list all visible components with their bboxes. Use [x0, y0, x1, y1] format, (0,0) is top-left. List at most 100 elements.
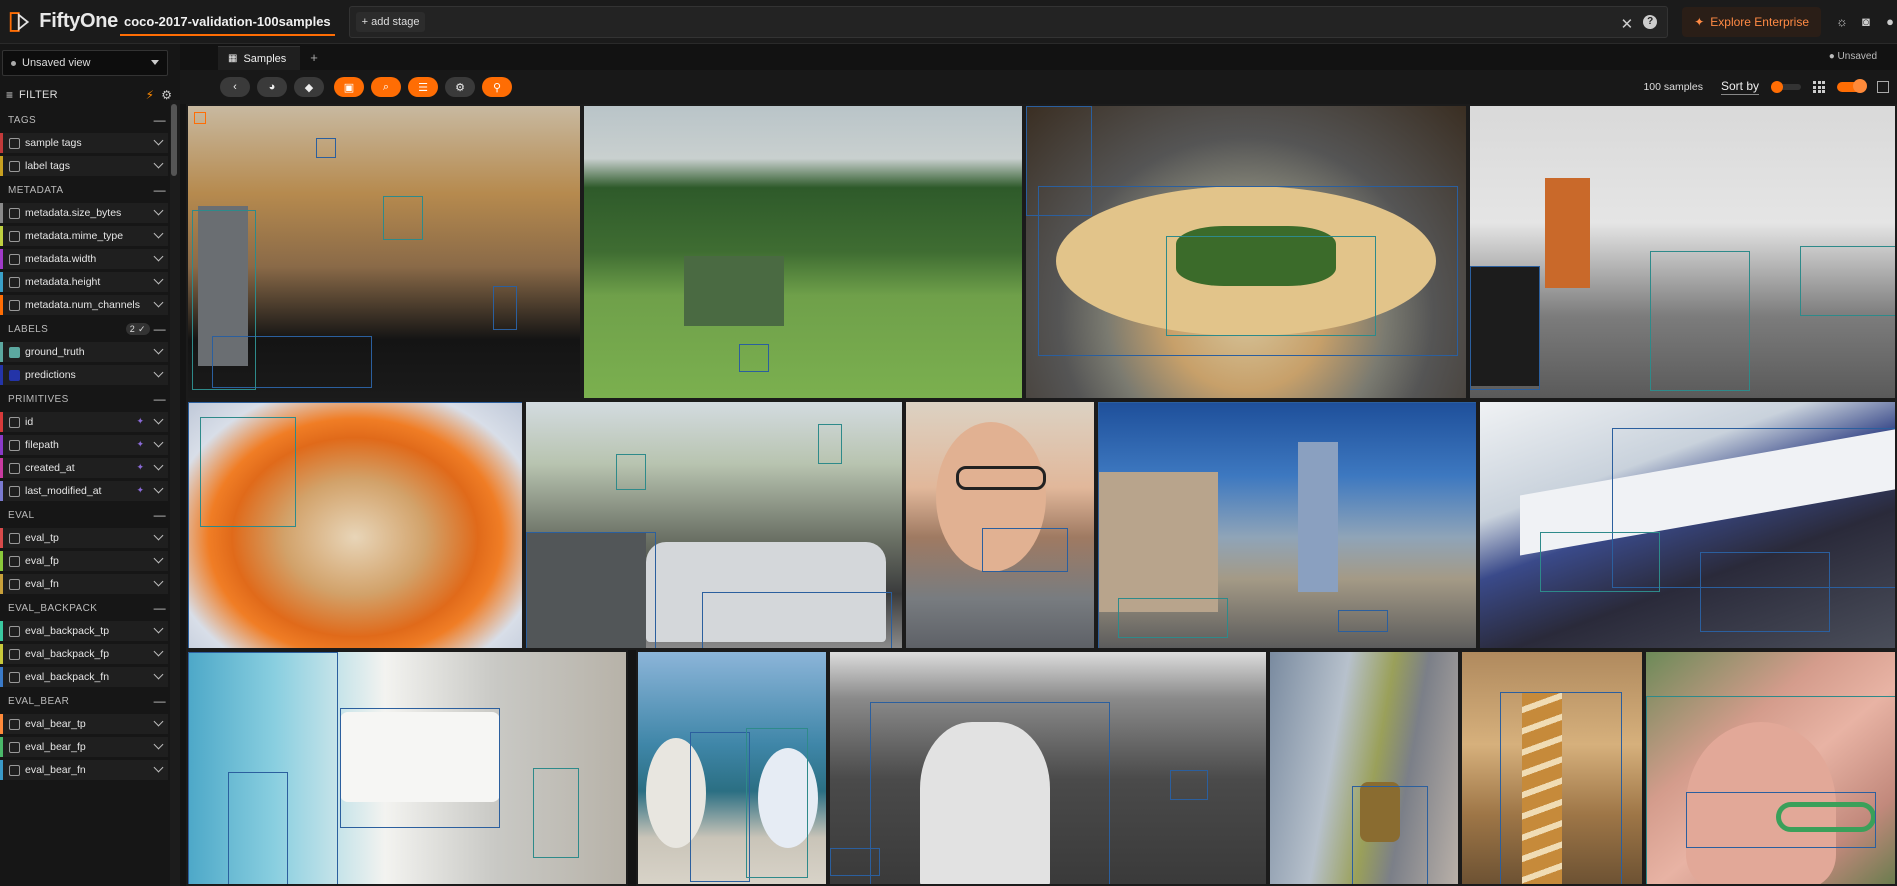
expand-icon[interactable]: [1877, 81, 1889, 93]
chevron-down-icon[interactable]: [153, 274, 164, 285]
media-toggle[interactable]: [1837, 79, 1867, 93]
chevron-down-icon[interactable]: [153, 576, 164, 587]
github-icon[interactable]: ●: [1883, 14, 1897, 29]
field-checkbox[interactable]: [9, 346, 20, 358]
sidebar-field-sample-tags[interactable]: sample tags: [0, 133, 168, 153]
field-checkbox[interactable]: [9, 416, 20, 428]
collapse-icon[interactable]: —: [154, 183, 166, 197]
media-toggle-knob[interactable]: [1853, 79, 1867, 93]
chevron-down-icon[interactable]: [153, 228, 164, 239]
sample-tile[interactable]: [1468, 104, 1897, 400]
sample-select-checkbox[interactable]: [194, 112, 206, 124]
sidebar-field-eval-bear-fn[interactable]: eval_bear_fn: [0, 760, 168, 780]
sidebar-section-labels[interactable]: LABELS 2 ✓ —: [0, 318, 180, 340]
field-checkbox[interactable]: [9, 625, 20, 637]
collapse-icon[interactable]: —: [154, 694, 166, 708]
grid-layout-icon[interactable]: [1813, 81, 1825, 93]
chevron-down-icon[interactable]: [153, 623, 164, 634]
chevron-down-icon[interactable]: [153, 414, 164, 425]
chevron-down-icon[interactable]: [153, 251, 164, 262]
chevron-down-icon[interactable]: [153, 553, 164, 564]
collapse-icon[interactable]: —: [154, 508, 166, 522]
field-checkbox[interactable]: [9, 230, 20, 242]
sample-tile[interactable]: [186, 104, 582, 400]
sample-tile[interactable]: [1096, 400, 1478, 650]
sidebar-field-label-tags[interactable]: label tags: [0, 156, 168, 176]
sidebar-field-metadata-height[interactable]: metadata.height: [0, 272, 168, 292]
chevron-down-icon[interactable]: [153, 483, 164, 494]
chevron-down-icon[interactable]: [153, 762, 164, 773]
sidebar-section-tags[interactable]: TAGS —: [0, 109, 180, 131]
field-checkbox[interactable]: [9, 299, 20, 311]
sidebar-field-metadata-size-bytes[interactable]: metadata.size_bytes: [0, 203, 168, 223]
chevron-down-icon[interactable]: [153, 297, 164, 308]
sidebar-field-eval-tp[interactable]: eval_tp: [0, 528, 168, 548]
field-checkbox[interactable]: [9, 718, 20, 730]
field-checkbox[interactable]: [9, 462, 20, 474]
sidebar-section-primitives[interactable]: PRIMITIVES —: [0, 388, 180, 410]
sidebar-field-created-at[interactable]: created_at ✦: [0, 458, 168, 478]
chevron-down-icon[interactable]: [153, 158, 164, 169]
discord-icon[interactable]: ◙: [1859, 14, 1873, 29]
explore-enterprise-button[interactable]: ✦ Explore Enterprise: [1682, 6, 1821, 37]
dataset-selector[interactable]: coco-2017-validation-100samples: [120, 8, 335, 36]
field-checkbox[interactable]: [9, 648, 20, 660]
field-checkbox[interactable]: [9, 671, 20, 683]
sidebar-field-predictions[interactable]: predictions: [0, 365, 168, 385]
sidebar-field-metadata-width[interactable]: metadata.width: [0, 249, 168, 269]
sample-tile[interactable]: [1644, 650, 1897, 886]
sidebar-section-eval[interactable]: EVAL —: [0, 504, 180, 526]
collapse-icon[interactable]: —: [154, 113, 166, 127]
settings-button[interactable]: ⚙: [445, 77, 475, 97]
sort-by-button[interactable]: Sort by: [1720, 79, 1759, 95]
clear-view-icon[interactable]: ✕: [1621, 15, 1634, 33]
color-palette-button[interactable]: ◕: [257, 77, 287, 97]
sample-tile[interactable]: [828, 650, 1268, 886]
sample-tile[interactable]: [636, 650, 828, 886]
group-list-button[interactable]: ☰: [408, 77, 438, 97]
sidebar-field-eval-fn[interactable]: eval_fn: [0, 574, 168, 594]
tag-button[interactable]: ◆: [294, 77, 324, 97]
help-icon[interactable]: ?: [1643, 14, 1658, 29]
saved-view-selector[interactable]: Unsaved view: [2, 50, 168, 76]
field-checkbox[interactable]: [9, 369, 20, 381]
lightning-icon[interactable]: ⚡: [146, 88, 154, 102]
chevron-down-icon[interactable]: [153, 344, 164, 355]
view-bar[interactable]: + add stage ✕ ?: [348, 5, 1669, 38]
sidebar-field-ground-truth[interactable]: ground_truth: [0, 342, 168, 362]
field-checkbox[interactable]: [9, 485, 20, 497]
field-checkbox[interactable]: [9, 555, 20, 567]
field-checkbox[interactable]: [9, 532, 20, 544]
field-checkbox[interactable]: [9, 764, 20, 776]
zoom-slider-knob[interactable]: [1771, 81, 1783, 93]
sample-tile[interactable]: [1024, 104, 1468, 400]
sidebar-field-metadata-mime-type[interactable]: metadata.mime_type: [0, 226, 168, 246]
sample-tile[interactable]: [1268, 650, 1460, 886]
sample-tile[interactable]: [582, 104, 1024, 400]
chevron-down-icon[interactable]: [153, 669, 164, 680]
field-checkbox[interactable]: [9, 160, 20, 172]
field-checkbox[interactable]: [9, 253, 20, 265]
chevron-down-icon[interactable]: [153, 646, 164, 657]
sample-tile[interactable]: [186, 650, 628, 886]
sidebar-field-eval-bear-fp[interactable]: eval_bear_fp: [0, 737, 168, 757]
add-stage-button[interactable]: + add stage: [355, 11, 426, 32]
collapse-icon[interactable]: —: [154, 322, 166, 336]
sidebar-field-eval-backpack-tp[interactable]: eval_backpack_tp: [0, 621, 168, 641]
chevron-down-icon[interactable]: [153, 437, 164, 448]
sample-tile[interactable]: [1460, 650, 1644, 886]
field-checkbox[interactable]: [9, 207, 20, 219]
field-checkbox[interactable]: [9, 439, 20, 451]
add-panel-button[interactable]: +: [310, 46, 318, 70]
field-checkbox[interactable]: [9, 578, 20, 590]
sidebar-field-eval-fp[interactable]: eval_fp: [0, 551, 168, 571]
patches-button[interactable]: ▣: [334, 77, 364, 97]
sidebar-scrollbar-thumb[interactable]: [171, 104, 177, 176]
collapse-icon[interactable]: —: [154, 392, 166, 406]
chevron-down-icon[interactable]: [153, 460, 164, 471]
sidebar-field-eval-bear-tp[interactable]: eval_bear_tp: [0, 714, 168, 734]
sample-tile[interactable]: [1478, 400, 1897, 650]
collapse-icon[interactable]: —: [154, 601, 166, 615]
sample-tile[interactable]: [186, 400, 524, 650]
zoom-slider[interactable]: [1771, 81, 1801, 93]
